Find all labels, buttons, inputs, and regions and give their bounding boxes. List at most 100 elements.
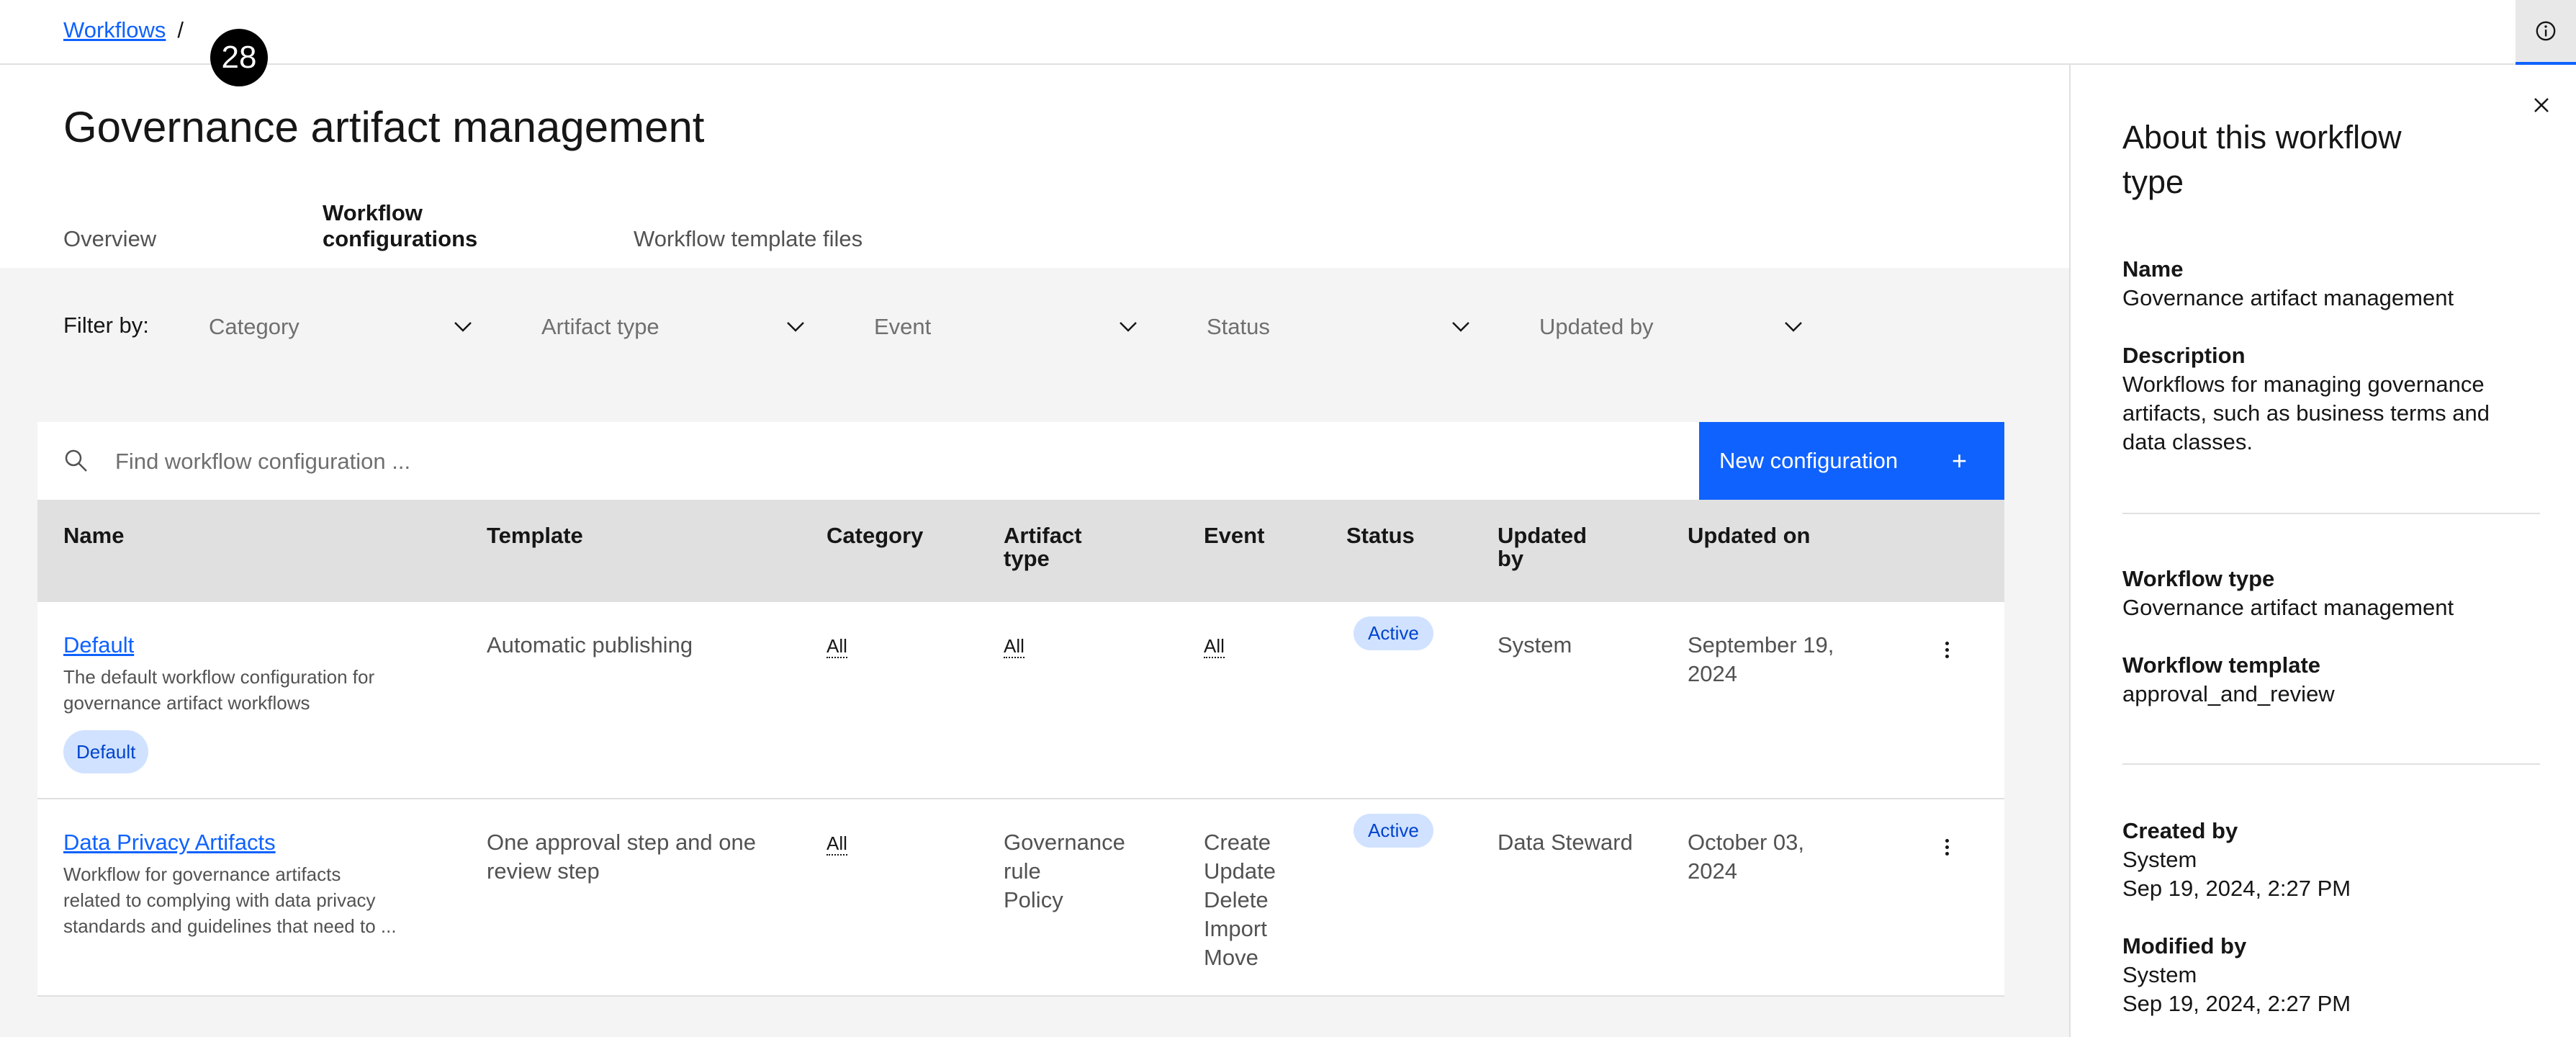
workflow-type-field: Workflow type Governance artifact manage… [2122, 565, 2540, 622]
divider [2122, 513, 2540, 514]
filter-label: Filter by: [63, 313, 149, 338]
overflow-menu-icon[interactable] [1934, 635, 1960, 664]
updated-on-cell: October 03, 2024 [1688, 828, 1804, 886]
field-value: Governance artifact management [2122, 285, 2454, 310]
header-status[interactable]: Status [1346, 524, 1415, 547]
config-description: The default workflow configuration for g… [63, 664, 438, 716]
tab-list: Overview Workflow configurations Workflo… [37, 200, 906, 271]
configurations-table: New configuration + Name Template Catego… [37, 422, 2004, 997]
category-cell: All [827, 828, 847, 858]
field-label: Workflow type [2122, 566, 2275, 591]
top-bar: Workflows / 28 [0, 0, 2576, 86]
event-cell: Create Update Delete Import Move [1204, 828, 1276, 972]
artifact-type-value: rule [1004, 858, 1041, 884]
event-value: Move [1204, 945, 1258, 970]
field-value: Workflows for managing governance [2122, 372, 2485, 397]
workflow-template-field: Workflow template approval_and_review [2122, 651, 2540, 709]
breadcrumb-workflows-link[interactable]: Workflows [63, 17, 166, 43]
breadcrumb: Workflows / [63, 17, 184, 43]
new-configuration-label: New configuration [1719, 448, 1899, 473]
chevron-down-icon [783, 315, 808, 339]
status-badge: Active [1354, 814, 1433, 848]
field-label: Description [2122, 343, 2246, 368]
new-configuration-button[interactable]: New configuration + [1699, 422, 2004, 500]
artifact-type-cell: Governance rule Policy [1004, 828, 1125, 915]
event-value[interactable]: All [1204, 635, 1225, 658]
category-value[interactable]: All [827, 635, 847, 658]
description-line: governance artifact workflows [63, 692, 310, 714]
field-label: Modified by [2122, 933, 2247, 959]
field-value: approval_and_review [2122, 681, 2335, 706]
artifact-type-filter-dropdown[interactable]: Artifact type [541, 298, 808, 356]
updated-by-filter-dropdown[interactable]: Updated by [1539, 298, 1806, 356]
updated-by-cell: System [1498, 632, 1572, 657]
event-value: Update [1204, 858, 1276, 884]
template-cell: One approval step and one review step [487, 828, 789, 886]
tab-workflow-template-files[interactable]: Workflow template files [608, 222, 906, 271]
info-button[interactable] [2516, 0, 2576, 65]
page-title: Governance artifact management [63, 103, 705, 151]
chevron-down-icon [1116, 315, 1140, 339]
header-artifact-type[interactable]: Artifact type [1004, 524, 1082, 570]
header-template[interactable]: Template [487, 524, 583, 547]
header-name[interactable]: Name [63, 524, 124, 547]
about-side-panel: About this workflow type Name Governance… [2069, 65, 2576, 1037]
search-icon [65, 449, 87, 472]
header-updated-by[interactable]: Updated by [1498, 524, 1587, 570]
field-label: Name [2122, 256, 2184, 282]
modified-by-field: Modified by System Sep 19, 2024, 2:27 PM [2122, 932, 2540, 1018]
artifact-type-value: Policy [1004, 887, 1063, 912]
description-line: The default workflow configuration for [63, 666, 375, 688]
overflow-menu-icon[interactable] [1934, 832, 1960, 861]
event-value: Create [1204, 830, 1271, 855]
description-line: related to complying with data privacy [63, 889, 376, 911]
header-updated-on[interactable]: Updated on [1688, 524, 1811, 547]
config-description: Workflow for governance artifacts relate… [63, 861, 438, 939]
name-cell: Data Privacy Artifacts Workflow for gove… [63, 828, 438, 939]
breadcrumb-separator: / [177, 17, 184, 42]
field-value: Sep 19, 2024, 2:27 PM [2122, 876, 2351, 901]
table-header: Name Template Category Artifact type Eve… [37, 500, 2004, 602]
artifact-type-cell: All [1004, 631, 1024, 660]
artifact-type-value[interactable]: All [1004, 635, 1024, 658]
category-value[interactable]: All [827, 832, 847, 856]
description-field: Description Workflows for managing gover… [2122, 341, 2540, 457]
field-label: Workflow template [2122, 652, 2321, 678]
header-artifact-type-line1: Artifact [1004, 523, 1082, 548]
name-field: Name Governance artifact management [2122, 255, 2540, 313]
header-event[interactable]: Event [1204, 524, 1264, 547]
plus-icon: + [1951, 446, 1967, 475]
close-panel-button[interactable] [2527, 91, 2556, 120]
chevron-down-icon [1781, 315, 1806, 339]
table-row: Default The default workflow configurati… [37, 602, 2004, 799]
field-label: Created by [2122, 818, 2238, 843]
updated-by-cell: Data Steward [1498, 830, 1633, 855]
config-name-link[interactable]: Data Privacy Artifacts [63, 830, 276, 855]
name-cell: Default The default workflow configurati… [63, 631, 438, 773]
field-value: artifacts, such as business terms and [2122, 400, 2490, 426]
updated-on-line: September 19, [1688, 632, 1834, 657]
config-name-link[interactable]: Default [63, 632, 134, 657]
status-filter-dropdown[interactable]: Status [1207, 298, 1473, 356]
template-cell: Automatic publishing [487, 632, 693, 657]
chevron-down-icon [1449, 315, 1473, 339]
tab-workflow-configurations[interactable]: Workflow configurations [297, 200, 608, 271]
field-value: System [2122, 962, 2197, 987]
event-value: Delete [1204, 887, 1269, 912]
default-tag: Default [63, 730, 149, 773]
configurations-panel: Filter by: Category Artifact type Event … [0, 268, 2069, 1037]
field-value: data classes. [2122, 429, 2253, 454]
main-content: Governance artifact management Overview … [0, 65, 2069, 1037]
search-input[interactable] [114, 422, 1701, 501]
chevron-down-icon [451, 315, 475, 339]
field-value: Governance artifact management [2122, 595, 2454, 620]
header-updated-by-line1: Updated [1498, 523, 1587, 548]
category-filter-dropdown[interactable]: Category [209, 298, 475, 356]
artifact-type-value: Governance [1004, 830, 1125, 855]
divider [2122, 763, 2540, 765]
tab-overview[interactable]: Overview [37, 222, 297, 271]
updated-on-line: October 03, [1688, 830, 1804, 855]
event-filter-dropdown[interactable]: Event [874, 298, 1140, 356]
status-badge: Active [1354, 616, 1433, 650]
header-category[interactable]: Category [827, 524, 923, 547]
